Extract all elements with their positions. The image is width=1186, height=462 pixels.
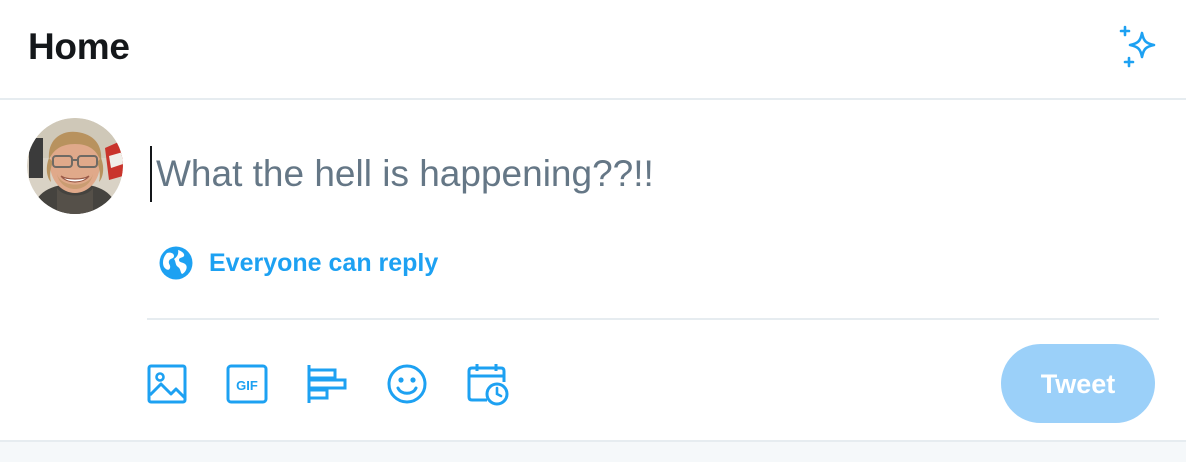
tweet-compose-input[interactable] (150, 146, 1156, 202)
tweet-button[interactable]: Tweet (1001, 344, 1155, 423)
poll-icon[interactable] (305, 362, 349, 406)
page-title: Home (28, 26, 130, 67)
home-timeline: Home What the hell is happening??!! Ever… (0, 0, 1186, 462)
reply-setting-button[interactable]: Everyone can reply (158, 243, 438, 283)
reply-setting-label: Everyone can reply (209, 248, 439, 277)
avatar[interactable] (27, 118, 123, 214)
globe-icon (159, 246, 193, 280)
image-icon[interactable] (145, 362, 189, 406)
user-avatar-icon (27, 118, 123, 214)
sparkle-icon[interactable] (1116, 24, 1162, 70)
svg-text:GIF: GIF (236, 378, 258, 393)
composer-divider (147, 318, 1159, 320)
emoji-icon[interactable] (385, 362, 429, 406)
schedule-icon[interactable] (465, 362, 509, 406)
timeline-separator (0, 440, 1186, 462)
gif-icon[interactable]: GIF (225, 362, 269, 406)
header: Home (0, 0, 1186, 100)
